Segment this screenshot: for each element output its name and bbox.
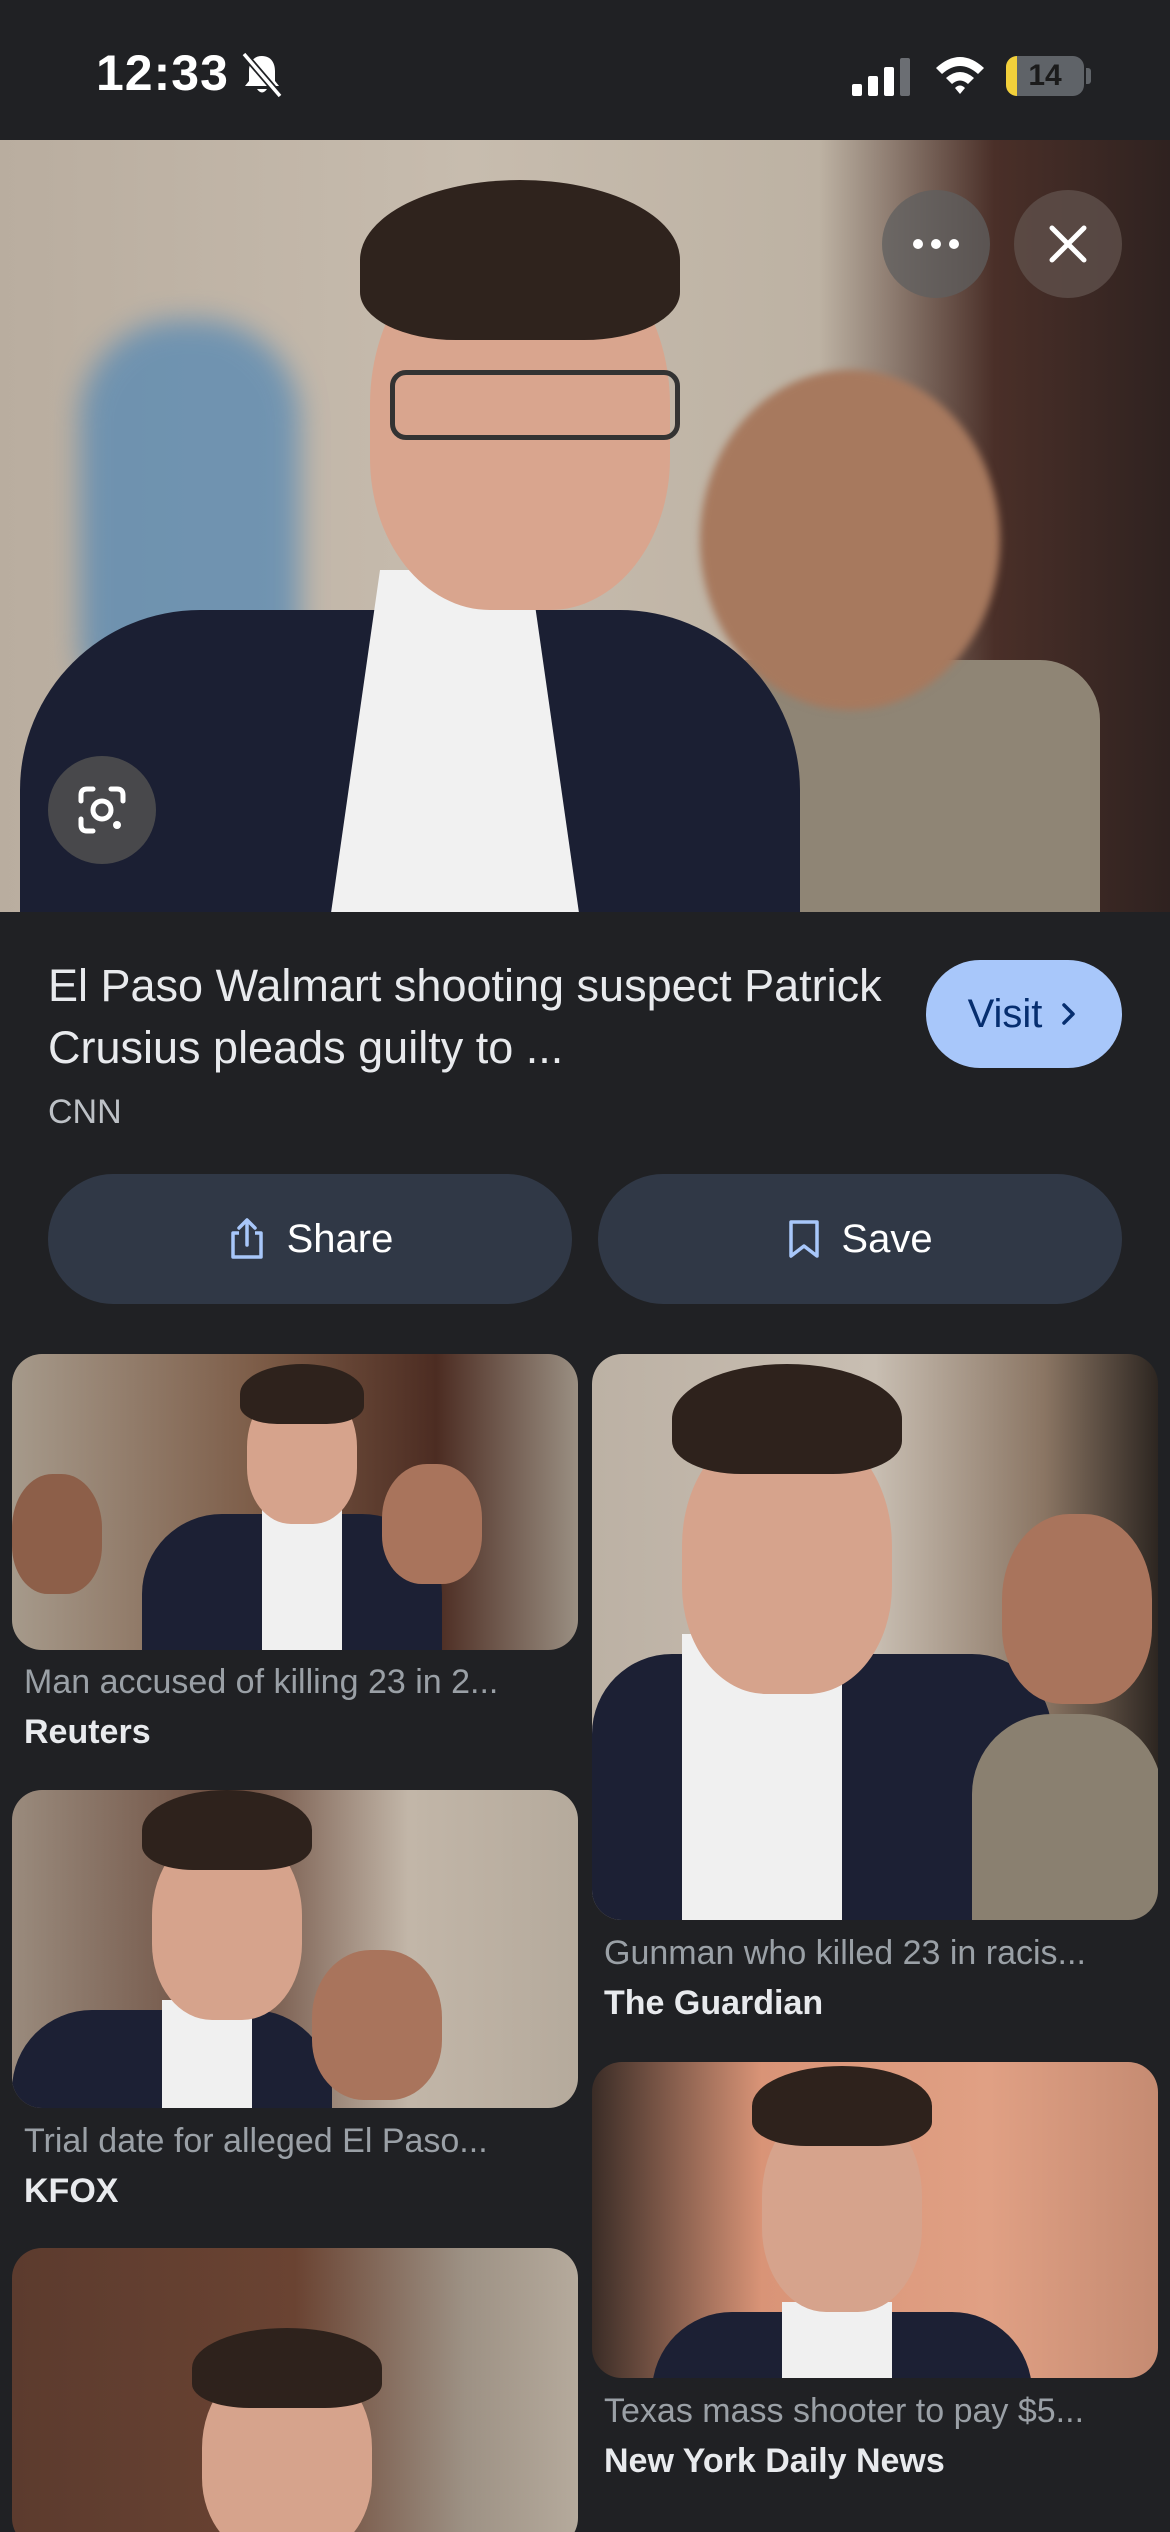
image-officer-vest <box>972 1714 1158 1920</box>
related-caption-3[interactable]: Trial date for alleged El Paso... <box>24 2122 488 2161</box>
image-officer-head <box>700 370 1000 710</box>
related-source-3: KFOX <box>24 2172 119 2210</box>
main-image[interactable] <box>0 140 1170 912</box>
image-officer-head <box>1002 1514 1152 1704</box>
image-subject-shirt <box>782 2302 892 2378</box>
chevron-right-icon <box>1062 1003 1076 1025</box>
image-bystander-head <box>12 1474 102 1594</box>
lens-icon <box>78 786 126 834</box>
image-subject-hair <box>360 180 680 340</box>
status-bar: 12:33 14 <box>0 0 1170 140</box>
related-image-1[interactable] <box>12 1354 578 1650</box>
related-source-2: The Guardian <box>604 1984 824 2022</box>
share-label: Share <box>286 1216 394 1261</box>
related-source-1: Reuters <box>24 1713 151 1751</box>
visit-button[interactable]: Visit <box>926 960 1122 1068</box>
google-lens-button[interactable] <box>48 756 156 864</box>
related-image-4[interactable] <box>592 2062 1158 2378</box>
save-label: Save <box>841 1216 933 1261</box>
visit-label: Visit <box>967 991 1043 1036</box>
result-source: CNN <box>48 1093 122 1131</box>
related-image-5[interactable] <box>12 2248 578 2532</box>
image-subject-hair <box>240 1364 364 1424</box>
image-subject-hair <box>192 2328 382 2408</box>
battery-icon: 14 <box>1006 56 1084 96</box>
image-subject-hair <box>142 1790 312 1870</box>
more-horiz-icon <box>913 239 959 249</box>
result-title[interactable]: El Paso Walmart shooting suspect Patrick… <box>48 955 908 1079</box>
status-time: 12:33 <box>96 45 229 101</box>
image-subject-hair <box>752 2066 932 2146</box>
image-officer-head <box>312 1950 442 2100</box>
related-source-4: New York Daily News <box>604 2442 945 2480</box>
image-subject-glasses <box>390 370 680 440</box>
related-image-3[interactable] <box>12 1790 578 2108</box>
close-icon <box>1049 225 1087 263</box>
image-subject-shirt <box>262 1504 342 1650</box>
related-caption-4[interactable]: Texas mass shooter to pay $5... <box>604 2392 1084 2431</box>
bell-off-icon <box>241 52 283 98</box>
battery-indicator: 14 <box>1006 56 1084 96</box>
image-officer-head <box>382 1464 482 1584</box>
close-button[interactable] <box>1014 190 1122 298</box>
battery-level: 14 <box>1028 59 1062 92</box>
image-viewer-screen: 12:33 14 El Paso Walmart shooting suspec… <box>0 0 1170 2532</box>
save-button[interactable]: Save <box>598 1174 1122 1304</box>
battery-cap <box>1086 68 1091 84</box>
image-subject-hair <box>672 1364 902 1474</box>
cellular-signal-icon <box>852 58 910 96</box>
related-caption-1[interactable]: Man accused of killing 23 in 2... <box>24 1663 498 1702</box>
more-options-button[interactable] <box>882 190 990 298</box>
bookmark-icon <box>789 1220 820 1258</box>
share-button[interactable]: Share <box>48 1174 572 1304</box>
related-image-2[interactable] <box>592 1354 1158 1920</box>
wifi-icon <box>936 57 984 94</box>
share-icon <box>230 1218 263 1259</box>
related-caption-2[interactable]: Gunman who killed 23 in racis... <box>604 1934 1086 1973</box>
